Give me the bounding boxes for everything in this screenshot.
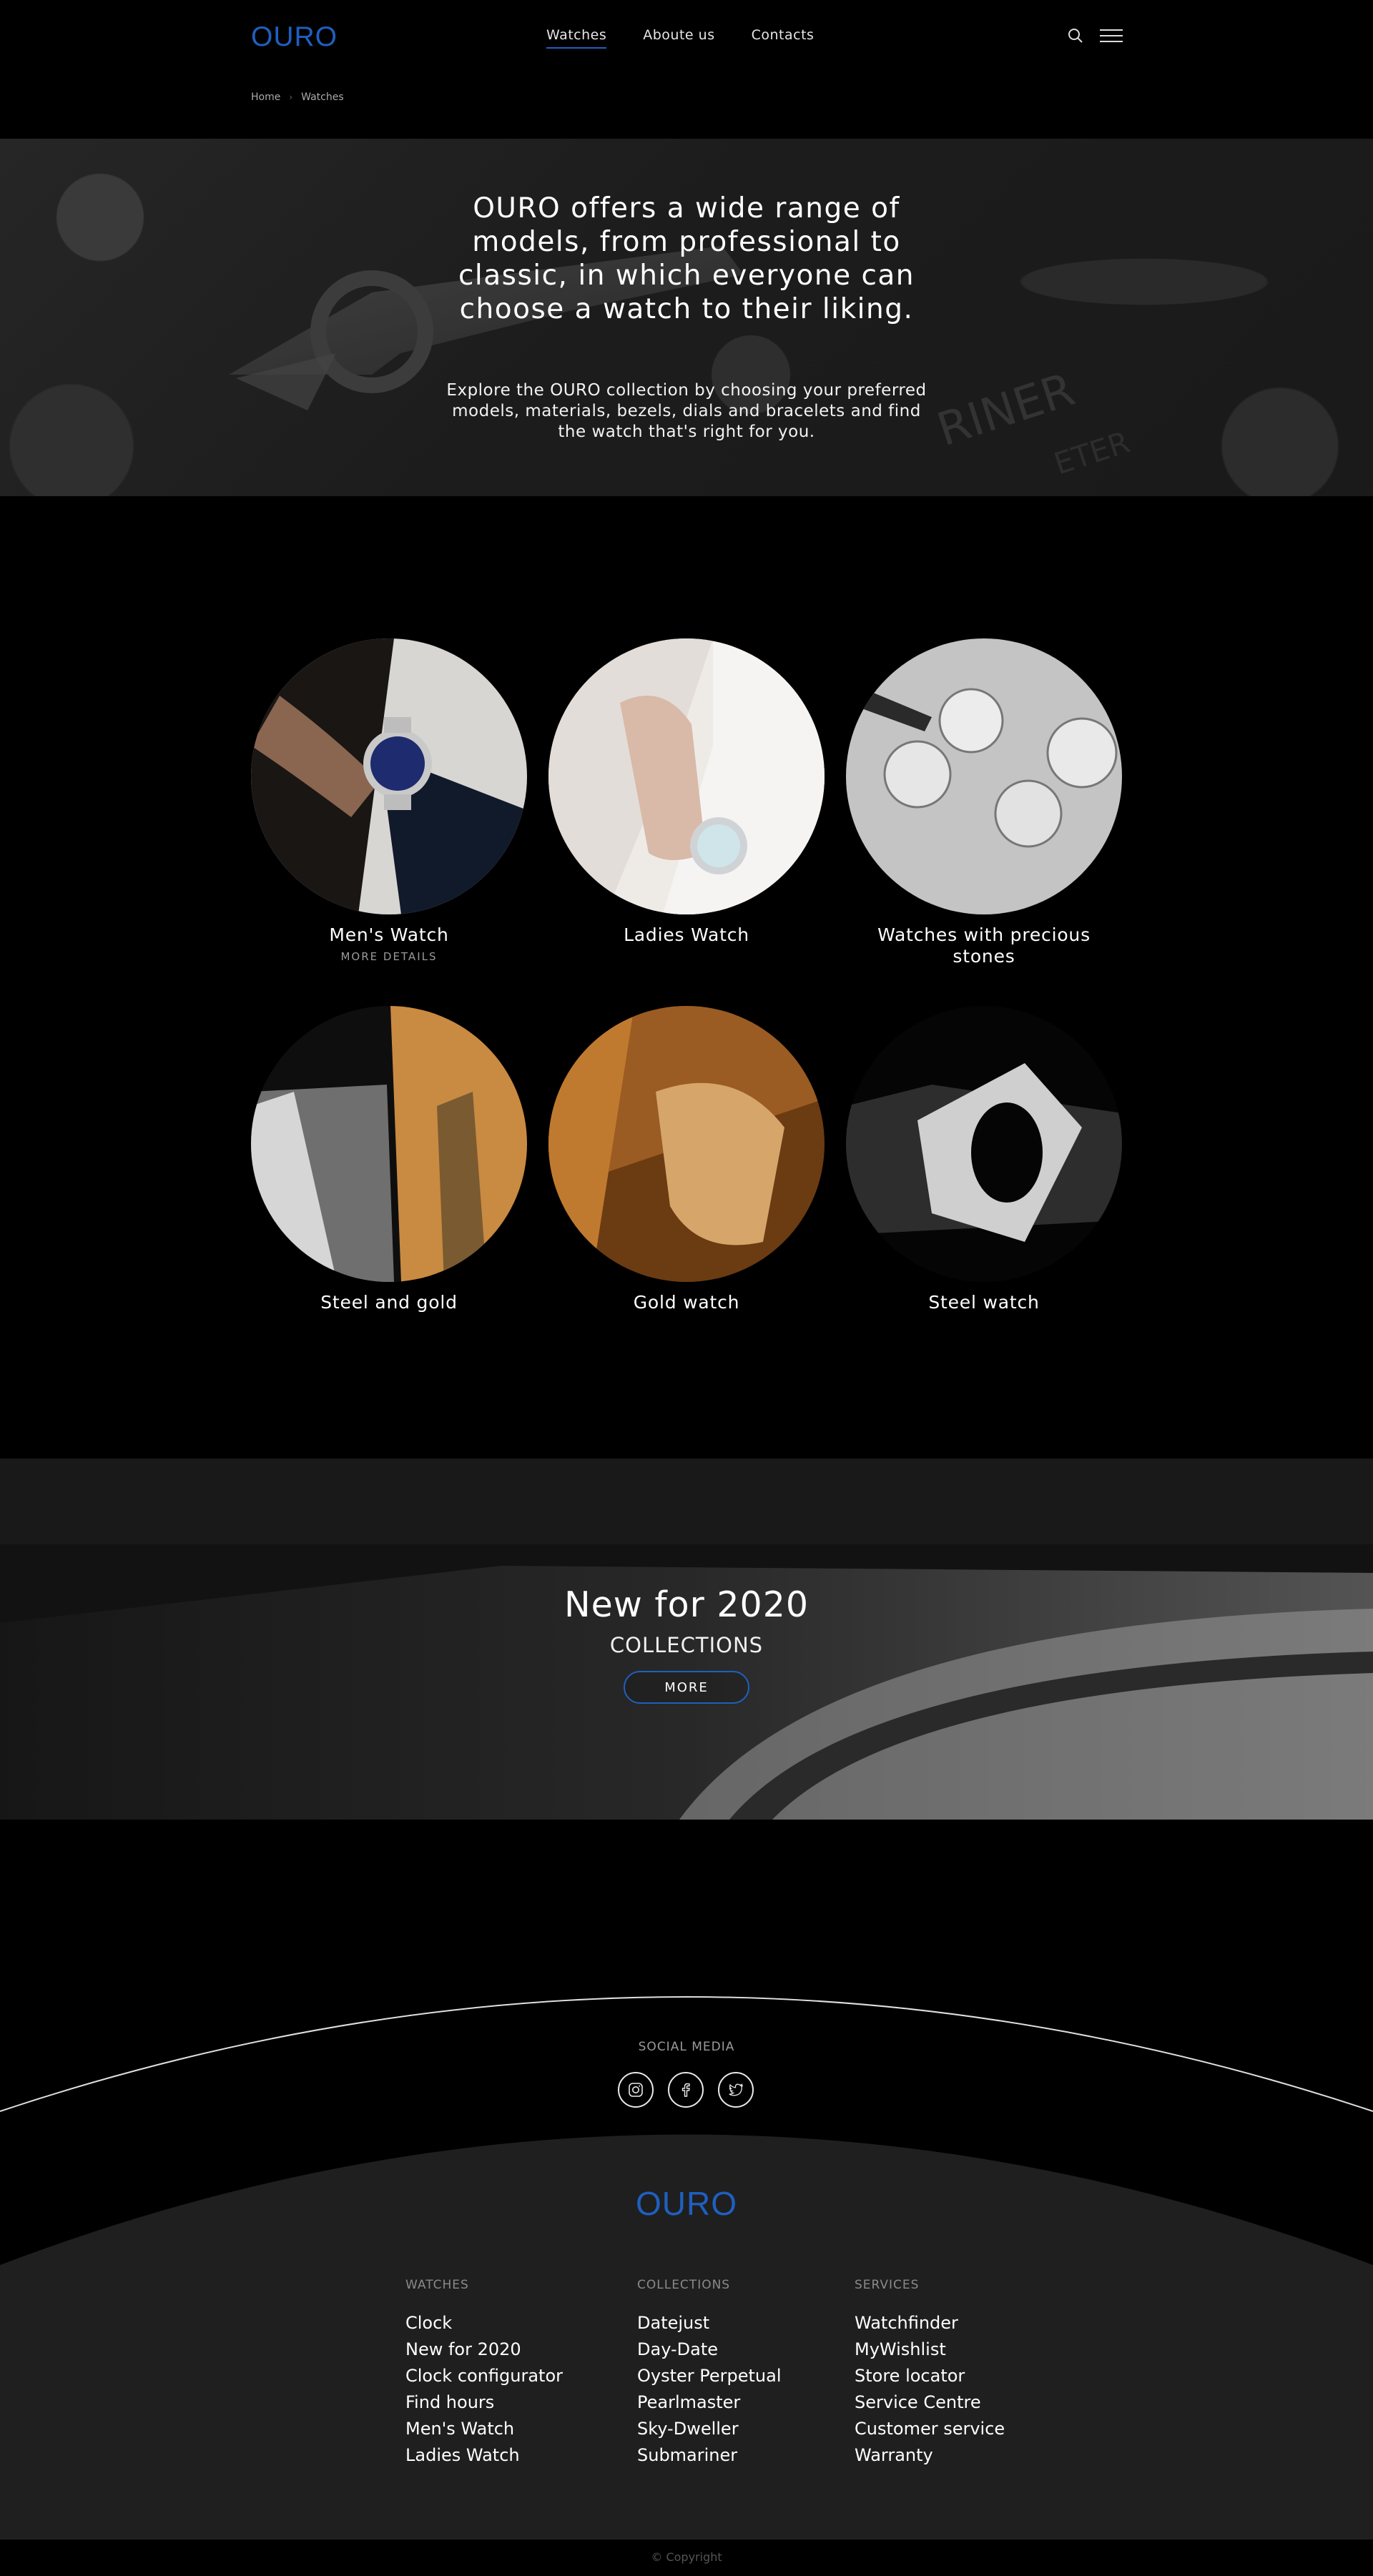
footer-link[interactable]: MyWishlist (855, 2336, 1005, 2363)
nav-about-us[interactable]: Aboute us (643, 27, 714, 49)
footer-column-title: SERVICES (855, 2278, 920, 2292)
category-image[interactable] (251, 638, 527, 914)
category-image[interactable] (548, 1006, 825, 1282)
logo[interactable]: OURO (251, 21, 338, 53)
footer-column-collections: COLLECTIONS Datejust Day-Date Oyster Per… (637, 2278, 782, 2469)
footer-link[interactable]: Datejust (637, 2310, 782, 2336)
footer-link[interactable]: Service Centre (855, 2389, 1005, 2416)
footer-column-watches: WATCHES Clock New for 2020 Clock configu… (405, 2278, 563, 2469)
svg-text:RINER: RINER (931, 363, 1081, 457)
breadcrumb: Home › Watches (251, 92, 344, 103)
category-gold-watch[interactable]: Gold watch (548, 1006, 825, 1313)
nav-contacts[interactable]: Contacts (752, 27, 815, 49)
footer-column-title: WATCHES (405, 2278, 469, 2292)
promo-subtitle: COLLECTIONS (609, 1633, 764, 1657)
footer-link[interactable]: New for 2020 (405, 2336, 563, 2363)
category-ladies-watch[interactable]: Ladies Watch (548, 638, 825, 946)
category-precious-stones[interactable]: Watches with precious stones (846, 638, 1122, 967)
category-mens-watch[interactable]: Men's Watch MORE DETAILS (251, 638, 527, 963)
copyright: © Copyright (651, 2550, 722, 2564)
category-image[interactable] (846, 1006, 1122, 1282)
footer-link[interactable]: Clock configurator (405, 2363, 563, 2389)
category-label: Gold watch (633, 1292, 740, 1313)
menu-icon[interactable] (1100, 29, 1123, 43)
footer-link[interactable]: Oyster Perpetual (637, 2363, 782, 2389)
category-label: Steel and gold (320, 1292, 458, 1313)
footer-link[interactable]: Warranty (855, 2442, 1005, 2469)
breadcrumb-home[interactable]: Home (251, 92, 280, 103)
site-header: OURO Watches Aboute us Contacts Home › W… (0, 0, 1373, 139)
category-image[interactable] (846, 638, 1122, 914)
promo-banner: New for 2020 COLLECTIONS MORE (0, 1459, 1373, 1820)
category-label: Men's Watch (329, 924, 449, 945)
category-steel-watch[interactable]: Steel watch (846, 1006, 1122, 1313)
footer-link[interactable]: Sky-Dweller (637, 2416, 782, 2442)
svg-text:ETER: ETER (1050, 425, 1134, 482)
promo-title: New for 2020 (564, 1584, 809, 1625)
footer-link[interactable]: Men's Watch (405, 2416, 563, 2442)
breadcrumb-current: Watches (301, 92, 344, 103)
main-nav: Watches Aboute us Contacts (546, 27, 814, 49)
hero-title: OURO offers a wide range of models, from… (458, 192, 915, 325)
instagram-icon[interactable] (618, 2072, 654, 2108)
hero-subtitle: Explore the OURO collection by choosing … (446, 381, 927, 441)
footer-link[interactable]: Watchfinder (855, 2310, 1005, 2336)
category-label: Ladies Watch (624, 924, 749, 945)
footer-link[interactable]: Pearlmaster (637, 2389, 782, 2416)
hero-banner: RINER ETER OURO offers a wide range of m… (0, 139, 1373, 496)
footer-link[interactable]: Submariner (637, 2442, 782, 2469)
footer-link[interactable]: Clock (405, 2310, 563, 2336)
social-icons (618, 2072, 754, 2108)
nav-watches[interactable]: Watches (546, 27, 607, 49)
search-icon[interactable] (1067, 27, 1084, 44)
chevron-right-icon: › (289, 92, 293, 102)
more-details-link[interactable]: MORE DETAILS (251, 950, 527, 963)
category-label: Steel watch (928, 1292, 1040, 1313)
facebook-icon[interactable] (668, 2072, 704, 2108)
category-steel-and-gold[interactable]: Steel and gold (251, 1006, 527, 1313)
footer-column-services: SERVICES Watchfinder MyWishlist Store lo… (855, 2278, 1005, 2469)
more-button[interactable]: MORE (624, 1671, 749, 1704)
social-media-title: SOCIAL MEDIA (638, 2040, 735, 2054)
footer-logo[interactable]: OURO (0, 2184, 1373, 2223)
footer-link[interactable]: Ladies Watch (405, 2442, 563, 2469)
footer-link[interactable]: Day-Date (637, 2336, 782, 2363)
footer-column-title: COLLECTIONS (637, 2278, 731, 2292)
footer-link[interactable]: Find hours (405, 2389, 563, 2416)
category-image[interactable] (548, 638, 825, 914)
footer-link[interactable]: Store locator (855, 2363, 1005, 2389)
twitter-icon[interactable] (718, 2072, 754, 2108)
footer-link[interactable]: Customer service (855, 2416, 1005, 2442)
category-image[interactable] (251, 1006, 527, 1282)
category-label: Watches with precious stones (877, 924, 1091, 967)
